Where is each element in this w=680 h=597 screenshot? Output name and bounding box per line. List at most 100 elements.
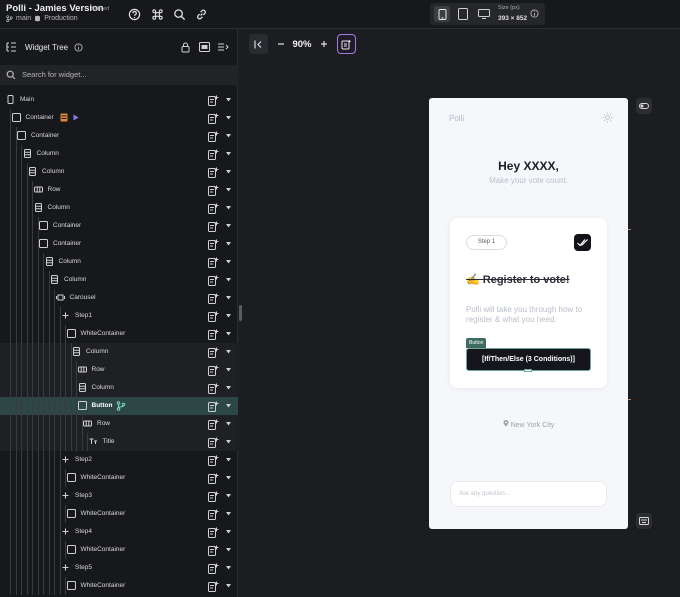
command-icon[interactable] xyxy=(151,8,164,21)
tree-row[interactable]: WhiteContainer xyxy=(0,505,238,523)
zoom-in-button[interactable] xyxy=(317,34,331,54)
add-action-icon[interactable] xyxy=(208,455,219,466)
tree-row[interactable]: Container xyxy=(0,235,238,253)
search-icon[interactable] xyxy=(173,8,186,21)
add-action-icon[interactable] xyxy=(208,293,219,304)
ai-generate-button[interactable] xyxy=(337,34,356,54)
add-action-icon[interactable] xyxy=(208,437,219,448)
chevron-down-icon[interactable] xyxy=(226,404,231,408)
tree-row[interactable]: Title xyxy=(0,433,238,451)
keyboard-preview-button[interactable] xyxy=(636,513,652,529)
tree-row[interactable]: Container xyxy=(0,127,238,145)
chevron-down-icon[interactable] xyxy=(226,116,231,120)
zoom-out-button[interactable] xyxy=(274,34,288,54)
chevron-down-icon[interactable] xyxy=(226,332,231,336)
resize-handle[interactable] xyxy=(524,369,532,372)
zoom-level[interactable]: 90% xyxy=(290,34,314,54)
add-action-icon[interactable] xyxy=(208,239,219,250)
chevron-down-icon[interactable] xyxy=(226,440,231,444)
add-action-icon[interactable] xyxy=(208,311,219,322)
chevron-down-icon[interactable] xyxy=(226,512,231,516)
add-action-icon[interactable] xyxy=(208,509,219,520)
device-preview[interactable]: Polli Hey XXXX, Make your vote count. St… xyxy=(429,98,628,529)
add-action-icon[interactable] xyxy=(208,95,219,106)
chevron-down-icon[interactable] xyxy=(226,98,231,102)
add-action-icon[interactable] xyxy=(208,113,219,124)
chevron-down-icon[interactable] xyxy=(226,350,231,354)
add-action-icon[interactable] xyxy=(208,275,219,286)
add-action-icon[interactable] xyxy=(208,563,219,574)
backend-query-icon[interactable] xyxy=(60,113,68,122)
add-action-icon[interactable] xyxy=(208,401,219,412)
tree-row[interactable]: Row xyxy=(0,415,238,433)
info-icon[interactable] xyxy=(74,43,83,52)
add-action-icon[interactable] xyxy=(208,365,219,376)
chat-input[interactable]: Ask any question... xyxy=(450,481,607,507)
add-action-icon[interactable] xyxy=(208,473,219,484)
add-action-icon[interactable] xyxy=(208,419,219,430)
chevron-down-icon[interactable] xyxy=(226,152,231,156)
link-icon[interactable] xyxy=(195,8,208,21)
lock-icon[interactable] xyxy=(181,42,190,53)
tree-row[interactable]: Carousel xyxy=(0,289,238,307)
chevron-down-icon[interactable] xyxy=(226,260,231,264)
chevron-down-icon[interactable] xyxy=(226,584,231,588)
add-action-icon[interactable] xyxy=(208,383,219,394)
tree-row[interactable]: WhiteContainer xyxy=(0,541,238,559)
action-play-icon[interactable] xyxy=(73,114,79,121)
tree-row[interactable]: Step3 xyxy=(0,487,238,505)
tree-row[interactable]: Step2 xyxy=(0,451,238,469)
chevron-down-icon[interactable] xyxy=(226,134,231,138)
search-input[interactable]: Search for widget... xyxy=(22,70,87,79)
tree-row[interactable]: WhiteContainer xyxy=(0,325,238,343)
check-badge[interactable] xyxy=(574,234,591,251)
preview-toggle-button[interactable] xyxy=(636,98,652,114)
chevron-down-icon[interactable] xyxy=(226,422,231,426)
chevron-down-icon[interactable] xyxy=(226,566,231,570)
chevron-down-icon[interactable] xyxy=(226,278,231,282)
chevron-down-icon[interactable] xyxy=(226,530,231,534)
chevron-down-icon[interactable] xyxy=(226,188,231,192)
conditional-branch-icon[interactable] xyxy=(116,401,126,411)
add-action-icon[interactable] xyxy=(208,491,219,502)
layout-icon[interactable] xyxy=(199,42,210,52)
tree-row[interactable]: WhiteContainer xyxy=(0,469,238,487)
project-title[interactable]: Polli - Jamies Version xyxy=(6,3,104,14)
add-action-icon[interactable] xyxy=(208,527,219,538)
widget-search[interactable]: Search for widget... xyxy=(0,65,238,85)
desktop-device-button[interactable] xyxy=(476,6,492,22)
conditional-button[interactable]: [If/Then/Else (3 Conditions)] xyxy=(466,348,591,371)
chevron-down-icon[interactable] xyxy=(226,170,231,174)
chevron-down-icon[interactable] xyxy=(226,548,231,552)
tree-row[interactable]: Container xyxy=(0,109,238,127)
tree-row[interactable]: Column xyxy=(0,199,238,217)
add-action-icon[interactable] xyxy=(208,257,219,268)
sun-icon[interactable] xyxy=(602,112,613,123)
tablet-device-button[interactable] xyxy=(455,6,471,22)
tree-row[interactable]: Button xyxy=(0,397,238,415)
tree-row[interactable]: Row xyxy=(0,361,238,379)
add-action-icon[interactable] xyxy=(208,545,219,556)
chevron-down-icon[interactable] xyxy=(226,386,231,390)
chevron-down-icon[interactable] xyxy=(226,476,231,480)
info-icon[interactable] xyxy=(530,9,539,18)
add-action-icon[interactable] xyxy=(208,203,219,214)
chevron-down-icon[interactable] xyxy=(226,494,231,498)
help-icon[interactable] xyxy=(128,8,141,21)
chevron-down-icon[interactable] xyxy=(226,458,231,462)
tree-row[interactable]: Column xyxy=(0,343,238,361)
add-action-icon[interactable] xyxy=(208,167,219,178)
tree-row[interactable]: Step1 xyxy=(0,307,238,325)
chevron-down-icon[interactable] xyxy=(226,296,231,300)
collapse-all-icon[interactable] xyxy=(217,42,229,52)
add-action-icon[interactable] xyxy=(208,149,219,160)
size-value[interactable]: 393 × 852 xyxy=(498,15,527,22)
phone-device-button[interactable] xyxy=(434,6,450,22)
toggle-panel-button[interactable] xyxy=(249,34,268,54)
add-action-icon[interactable] xyxy=(208,131,219,142)
tree-row[interactable]: Step4 xyxy=(0,523,238,541)
chevron-down-icon[interactable] xyxy=(226,242,231,246)
tree-row[interactable]: Row xyxy=(0,181,238,199)
add-action-icon[interactable] xyxy=(208,221,219,232)
chevron-down-icon[interactable] xyxy=(226,368,231,372)
